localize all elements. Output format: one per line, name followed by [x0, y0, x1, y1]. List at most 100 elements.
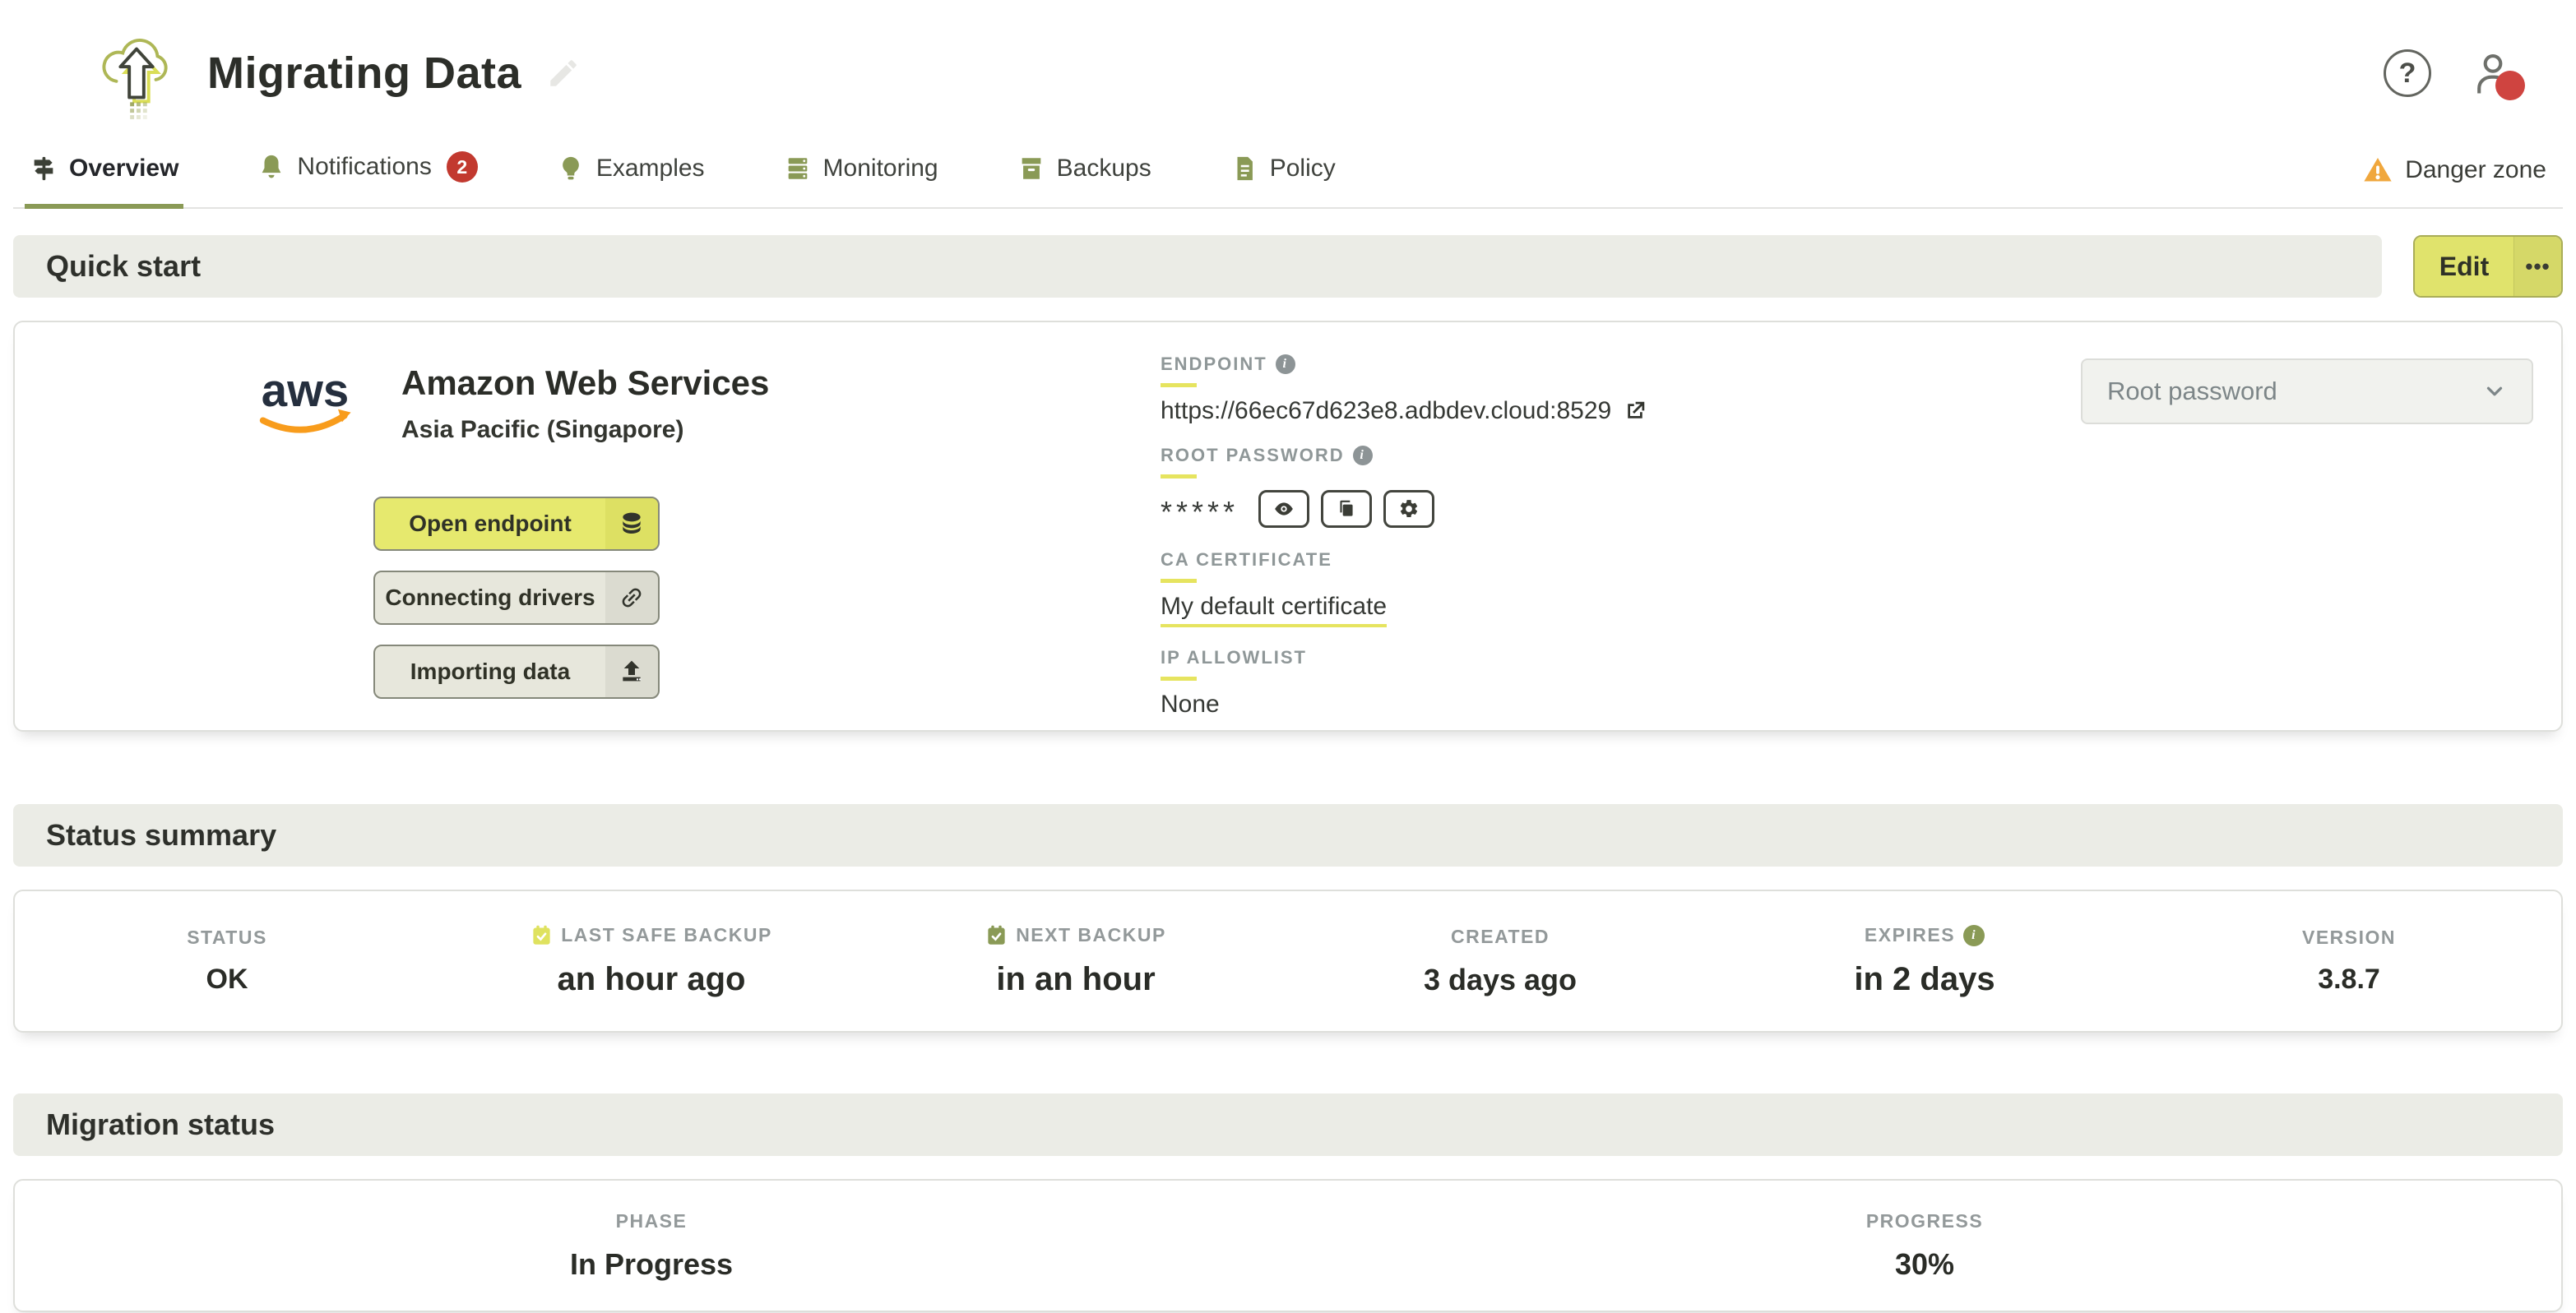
- info-icon[interactable]: i: [1963, 925, 1985, 946]
- section-title: Migration status: [46, 1107, 275, 1142]
- masked-password: *****: [1161, 488, 1239, 529]
- show-password-button[interactable]: [1258, 490, 1309, 528]
- connection-details: ENDPOINT i https://66ec67d623e8.adbdev.c…: [1161, 354, 1934, 738]
- endpoint-url[interactable]: https://66ec67d623e8.adbdev.cloud:8529: [1161, 397, 1611, 425]
- progress-value: 30%: [1895, 1247, 1954, 1282]
- tab-label: Overview: [69, 155, 178, 183]
- provider-region: Asia Pacific (Singapore): [401, 416, 769, 444]
- next-backup-value: in an hour: [996, 961, 1155, 998]
- endpoint-group: ENDPOINT i https://66ec67d623e8.adbdev.c…: [1161, 354, 1934, 425]
- page-title: Migrating Data: [207, 48, 521, 99]
- edit-button[interactable]: Edit: [2415, 237, 2513, 296]
- expires-cell: EXPIRES i in 2 days: [1712, 924, 2137, 998]
- bell-icon: [257, 153, 285, 181]
- version-value: 3.8.7: [2318, 964, 2380, 996]
- migration-status-header: Migration status: [13, 1093, 2563, 1156]
- quick-start-card: aws Amazon Web Services Asia Pacific (Si…: [13, 321, 2563, 732]
- accent-underline: [1161, 383, 1197, 387]
- edit-split-button: Edit •••: [2413, 235, 2563, 298]
- root-password-label: ROOT PASSWORD i: [1161, 445, 1934, 466]
- tab-bar: Overview Notifications 2 Examples Monito…: [13, 138, 2563, 209]
- tab-label: Policy: [1270, 155, 1336, 183]
- app-header: Migrating Data ?: [0, 0, 2576, 138]
- tab-label: Backups: [1057, 155, 1151, 183]
- aws-logo-icon: aws: [255, 360, 367, 446]
- notifications-count-badge: 2: [447, 151, 478, 183]
- dropdown-label: Root password: [2107, 377, 2277, 406]
- tab-notifications[interactable]: Notifications 2: [253, 138, 482, 209]
- created-cell: CREATED 3 days ago: [1288, 926, 1712, 997]
- tab-monitoring[interactable]: Monitoring: [779, 141, 943, 209]
- phase-cell: PHASE In Progress: [15, 1210, 1288, 1282]
- link-icon: [605, 572, 658, 623]
- server-stack-icon: [784, 155, 812, 183]
- ca-certificate-label: CA CERTIFICATE: [1161, 549, 1934, 571]
- last-safe-backup-cell: LAST SAFE BACKUP an hour ago: [439, 924, 864, 998]
- tab-danger-zone[interactable]: Danger zone: [2362, 141, 2546, 207]
- section-title: Quick start: [46, 249, 201, 284]
- calendar-check-green-icon: [985, 924, 1008, 946]
- ca-certificate-group: CA CERTIFICATE My default certificate: [1161, 549, 1934, 627]
- expires-value: in 2 days: [1854, 961, 1995, 998]
- info-icon[interactable]: i: [1276, 354, 1295, 374]
- progress-cell: PROGRESS 30%: [1288, 1210, 2561, 1282]
- status-value: OK: [206, 964, 248, 996]
- tab-policy[interactable]: Policy: [1225, 141, 1341, 209]
- tab-label: Examples: [596, 155, 705, 183]
- accent-underline: [1161, 579, 1197, 583]
- root-password-group: ROOT PASSWORD i *****: [1161, 445, 1934, 529]
- copy-icon: [1336, 498, 1357, 520]
- more-options-button[interactable]: •••: [2513, 237, 2561, 296]
- created-value: 3 days ago: [1424, 963, 1577, 997]
- version-cell: VERSION 3.8.7: [2137, 927, 2561, 996]
- copy-password-button[interactable]: [1321, 490, 1372, 528]
- tab-label: Notifications: [297, 153, 431, 181]
- notification-dot: [2495, 71, 2525, 100]
- tab-overview[interactable]: Overview: [25, 141, 183, 209]
- user-menu-button[interactable]: [2467, 48, 2518, 99]
- section-title: Status summary: [46, 818, 276, 853]
- ip-allowlist-group: IP ALLOWLIST None: [1161, 647, 1934, 719]
- external-link-icon[interactable]: [1623, 399, 1647, 423]
- warning-triangle-icon: [2362, 155, 2393, 186]
- next-backup-cell: NEXT BACKUP in an hour: [864, 924, 1288, 998]
- eye-icon: [1273, 498, 1295, 520]
- help-icon[interactable]: ?: [2384, 49, 2431, 97]
- importing-data-button[interactable]: Importing data: [373, 645, 660, 699]
- status-cell: STATUS OK: [15, 927, 439, 996]
- provider-name: Amazon Web Services: [401, 363, 769, 403]
- tab-label: Monitoring: [823, 155, 938, 183]
- button-label: Importing data: [375, 646, 605, 697]
- calendar-check-yellow-icon: [530, 924, 553, 946]
- root-password-dropdown[interactable]: Root password: [2081, 358, 2533, 424]
- quick-start-header: Quick start: [13, 235, 2382, 298]
- tab-examples[interactable]: Examples: [552, 141, 710, 209]
- quick-actions: Open endpoint Connecting drivers Importi…: [373, 497, 660, 699]
- status-summary-card: STATUS OK LAST SAFE BACKUP an hour ago N…: [13, 890, 2563, 1033]
- provider-info: aws Amazon Web Services Asia Pacific (Si…: [255, 360, 769, 446]
- connecting-drivers-button[interactable]: Connecting drivers: [373, 571, 660, 625]
- phase-value: In Progress: [570, 1247, 733, 1282]
- database-icon: [605, 498, 658, 549]
- document-icon: [1230, 155, 1258, 183]
- signpost-icon: [30, 155, 58, 183]
- migration-status-card: PHASE In Progress PROGRESS 30%: [13, 1179, 2563, 1312]
- lightbulb-icon: [557, 155, 585, 183]
- aws-logo-text: aws: [262, 364, 349, 416]
- upload-icon: [605, 646, 658, 697]
- accent-underline: [1161, 474, 1197, 479]
- tab-backups[interactable]: Backups: [1012, 141, 1156, 209]
- edit-pencil-icon[interactable]: [546, 56, 581, 90]
- gear-icon: [1398, 498, 1420, 520]
- status-summary-header: Status summary: [13, 804, 2563, 867]
- password-settings-button[interactable]: [1383, 490, 1434, 528]
- ip-allowlist-value: None: [1161, 691, 1220, 719]
- info-icon[interactable]: i: [1353, 446, 1373, 465]
- ip-allowlist-label: IP ALLOWLIST: [1161, 647, 1934, 668]
- open-endpoint-button[interactable]: Open endpoint: [373, 497, 660, 551]
- chevron-down-icon: [2482, 379, 2507, 404]
- ca-certificate-link[interactable]: My default certificate: [1161, 593, 1387, 627]
- endpoint-label: ENDPOINT i: [1161, 354, 1934, 375]
- last-safe-backup-value: an hour ago: [558, 961, 746, 998]
- archive-box-icon: [1017, 155, 1045, 183]
